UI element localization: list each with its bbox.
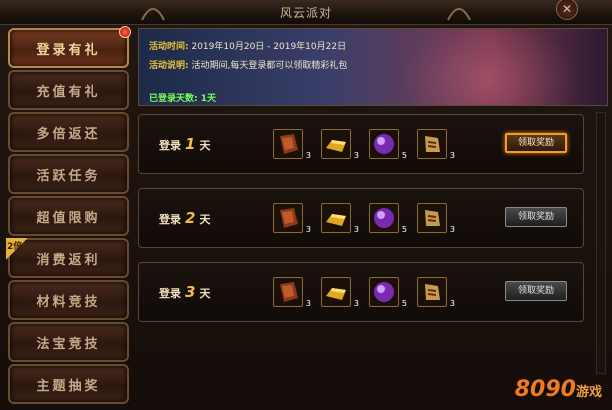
reward-item-slot[interactable]: 3	[273, 203, 311, 234]
event-desc-value: 活动期间,每天登录都可以领取精彩礼包	[191, 61, 348, 71]
day-label: 登录 3 天	[159, 283, 211, 301]
sidebar-item-label: 登录有礼	[36, 43, 101, 58]
reward-item-slot[interactable]: 3	[273, 129, 311, 160]
sidebar-item-value-purchase[interactable]: 超值限购	[8, 196, 129, 236]
gold-bar-icon	[326, 214, 346, 226]
sidebar-item-label: 材料竞技	[36, 295, 101, 310]
close-icon: ✕	[561, 2, 573, 16]
reward-item-slot[interactable]: 3	[417, 129, 455, 160]
banner-art	[399, 29, 579, 105]
reward-item-slot[interactable]: 5	[369, 277, 407, 308]
purple-orb-icon	[374, 208, 394, 228]
item-count: 5	[401, 225, 407, 234]
item-count: 3	[305, 151, 311, 160]
purple-orb-icon	[374, 134, 394, 154]
sidebar-item-label: 超值限购	[36, 211, 101, 226]
scroll-pouch-icon	[425, 210, 440, 226]
sidebar-item-theme-lottery[interactable]: 主题抽奖	[8, 364, 129, 404]
reward-row-day-3: 登录 3 天 3 3 5 3 领取奖励	[138, 262, 584, 322]
event-time-row: 活动时间: 2019年10月20日 - 2019年10月22日	[149, 39, 346, 52]
watermark-suffix: 游戏	[575, 385, 602, 400]
armor-icon	[280, 282, 298, 302]
login-days-count: 已登录天数: 1天	[149, 94, 216, 104]
reward-item-slot[interactable]: 3	[321, 203, 359, 234]
reward-item-slot[interactable]: 3	[321, 129, 359, 160]
sidebar-item-recharge-gift[interactable]: 充值有礼	[8, 70, 129, 110]
sidebar-item-label: 活跃任务	[36, 169, 101, 184]
reward-row-day-2: 登录 2 天 3 3 5 3 领取奖励	[138, 188, 584, 248]
scroll-pouch-icon	[425, 284, 440, 300]
item-count: 5	[401, 299, 407, 308]
sidebar-item-active-tasks[interactable]: 活跃任务	[8, 154, 129, 194]
armor-icon	[280, 208, 298, 228]
sidebar-item-label: 主题抽奖	[36, 379, 101, 394]
reward-item-slot[interactable]: 5	[369, 129, 407, 160]
day-label: 登录 2 天	[159, 209, 211, 227]
sidebar-item-login-gift[interactable]: 登录有礼	[8, 26, 131, 68]
item-count: 3	[305, 225, 311, 234]
day-label: 登录 1 天	[159, 135, 211, 153]
gold-bar-icon	[326, 288, 346, 300]
sidebar-item-label: 充值有礼	[36, 85, 101, 100]
item-count: 3	[353, 225, 359, 234]
purple-orb-icon	[374, 282, 394, 302]
sidebar-item-label: 法宝竞技	[36, 337, 101, 352]
event-window: 风云派对 ✕ 登录有礼 充值有礼 多倍返还 活跃任务 超值限购 消费返利 2倍 …	[0, 0, 612, 410]
reward-item-slot[interactable]: 5	[369, 203, 407, 234]
sidebar-item-treasure-contest[interactable]: 法宝竞技	[8, 322, 129, 362]
event-info-banner: 活动时间: 2019年10月20日 - 2019年10月22日 活动说明: 活动…	[138, 28, 608, 106]
reward-item-slot[interactable]: 3	[273, 277, 311, 308]
item-count: 5	[401, 151, 407, 160]
item-count: 3	[353, 299, 359, 308]
double-badge: 2倍	[6, 238, 28, 260]
sidebar-item-spend-rebate[interactable]: 消费返利 2倍	[6, 238, 129, 278]
item-count: 3	[449, 225, 455, 234]
claim-reward-button[interactable]: 领取奖励	[505, 133, 567, 153]
item-count: 3	[449, 299, 455, 308]
reward-item-slot[interactable]: 3	[417, 277, 455, 308]
watermark-logo-text: 8090	[514, 377, 576, 402]
reward-item-slot[interactable]: 3	[321, 277, 359, 308]
scrollbar[interactable]	[596, 112, 606, 374]
event-time-label: 活动时间:	[149, 42, 189, 52]
sidebar-item-multi-return[interactable]: 多倍返还	[8, 112, 129, 152]
site-watermark: 8090游戏	[515, 377, 602, 402]
event-desc-label: 活动说明:	[149, 61, 189, 71]
event-time-value: 2019年10月20日 - 2019年10月22日	[191, 42, 347, 52]
sidebar: 登录有礼 充值有礼 多倍返还 活跃任务 超值限购 消费返利 2倍 材料竞技 法宝…	[4, 26, 134, 410]
title-bar: 风云派对 ✕	[0, 0, 612, 25]
item-count: 3	[305, 299, 311, 308]
reward-row-day-1: 登录 1 天 3 3 5 3 领取奖励	[138, 114, 584, 174]
sidebar-item-label: 多倍返还	[36, 127, 101, 142]
gold-bar-icon	[326, 140, 346, 152]
sidebar-item-material-contest[interactable]: 材料竞技	[8, 280, 129, 320]
window-title: 风云派对	[279, 6, 332, 20]
armor-icon	[280, 134, 298, 154]
claim-reward-button[interactable]: 领取奖励	[505, 281, 567, 301]
scroll-pouch-icon	[425, 136, 440, 152]
item-count: 3	[353, 151, 359, 160]
claim-reward-button[interactable]: 领取奖励	[505, 207, 567, 227]
notification-dot-icon	[119, 26, 131, 38]
item-count: 3	[449, 151, 455, 160]
event-desc-row: 活动说明: 活动期间,每天登录都可以领取精彩礼包	[149, 58, 347, 71]
reward-item-slot[interactable]: 3	[417, 203, 455, 234]
